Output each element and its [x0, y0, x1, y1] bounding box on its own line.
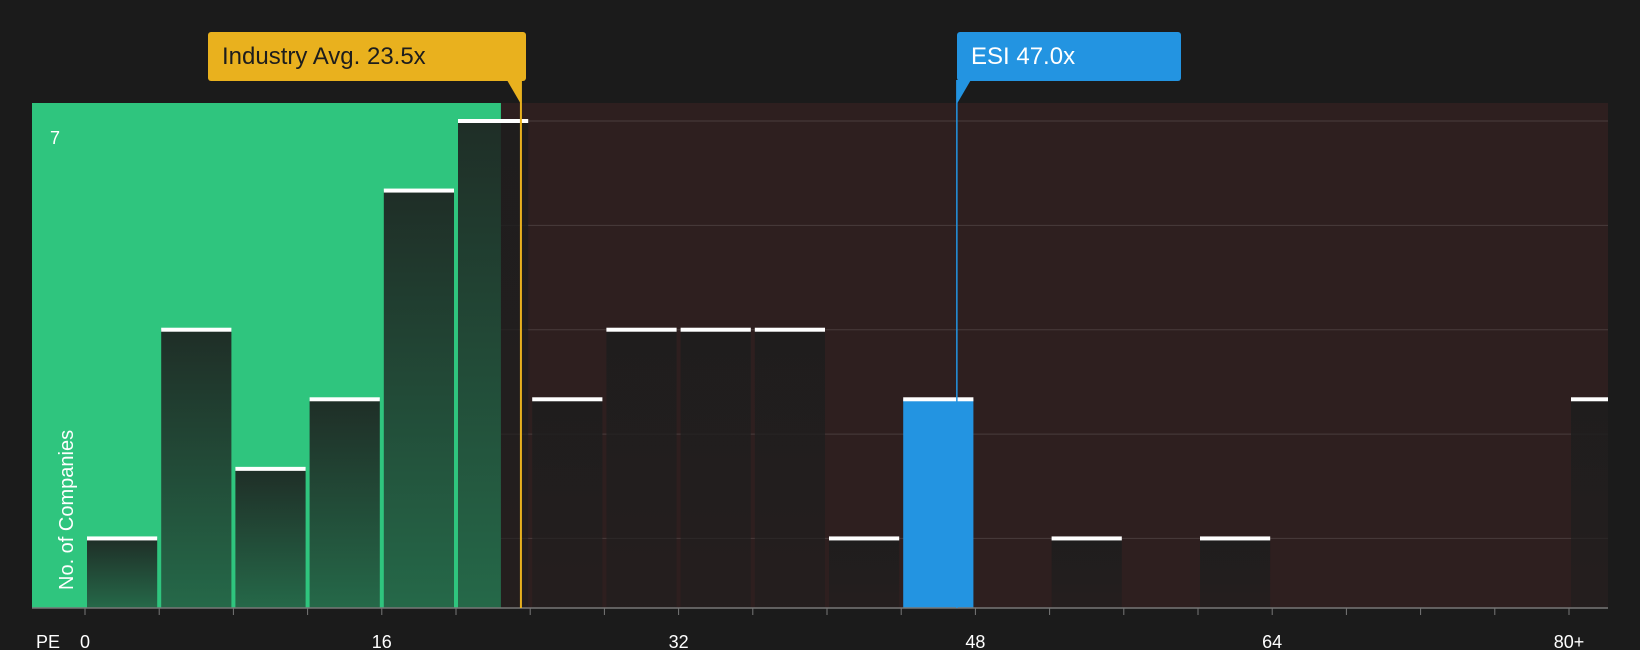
x-tick-label: 16 — [372, 632, 392, 650]
histogram-bar — [235, 468, 306, 608]
histogram-bar — [1200, 538, 1271, 608]
company-pe-label: ESI 47.0x — [971, 42, 1076, 70]
bar-cap — [383, 188, 454, 193]
industry-average-label: Industry Avg. 23.5x — [222, 42, 426, 70]
company-callout-pointer — [956, 80, 971, 104]
bar-cap — [1051, 536, 1122, 541]
x-tick-label: 48 — [965, 632, 985, 650]
histogram-bar — [1571, 399, 1608, 608]
histogram-bar — [458, 121, 529, 608]
bar-cap — [1200, 536, 1271, 541]
x-tick-labels: 0 16 32 48 64 80+ — [80, 632, 1584, 650]
histogram-bar — [606, 329, 677, 608]
histogram-bar — [829, 538, 900, 608]
bar-cap — [680, 327, 751, 332]
highlighted-bar — [903, 399, 974, 608]
y-max-label: 7 — [50, 128, 60, 148]
x-axis-label: PE — [36, 632, 60, 650]
bar-cap — [309, 397, 380, 402]
x-tick-label: 0 — [80, 632, 90, 650]
x-tick-label: 64 — [1262, 632, 1282, 650]
company-pe-callout: ESI 47.0x — [957, 32, 1181, 81]
bar-cap — [458, 119, 529, 123]
histogram-bar — [383, 190, 454, 609]
y-axis-label: No. of Companies — [56, 429, 78, 590]
bar-cap — [1571, 397, 1608, 402]
bar-cap — [606, 327, 677, 332]
x-tick-label: 80+ — [1554, 632, 1585, 650]
bar-cap — [903, 397, 974, 402]
chart-canvas: 7 PE 0 16 32 48 64 80+ — [32, 80, 1608, 650]
bar-cap — [161, 327, 232, 332]
industry-callout-pointer — [506, 80, 521, 104]
bar-cap — [235, 466, 306, 471]
histogram-bar — [309, 399, 380, 608]
histogram-bar — [680, 329, 751, 608]
x-axis-ticks — [84, 608, 1570, 615]
industry-average-callout: Industry Avg. 23.5x — [208, 32, 526, 81]
bar-cap — [532, 397, 603, 402]
histogram-bar — [754, 329, 825, 608]
bar-cap — [754, 327, 825, 332]
histogram-bar — [161, 329, 232, 608]
bar-cap — [829, 536, 900, 541]
histogram-bar — [1051, 538, 1122, 608]
bar-cap — [87, 536, 158, 541]
pe-distribution-chart: 7 PE 0 16 32 48 64 80+ No. of Companies Indus… — [0, 0, 1640, 650]
x-tick-label: 32 — [669, 632, 689, 650]
histogram-bar — [532, 399, 603, 608]
histogram-bar — [87, 538, 158, 608]
